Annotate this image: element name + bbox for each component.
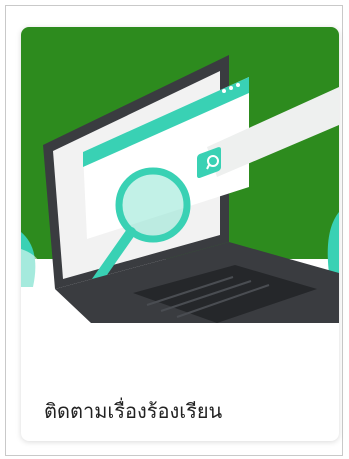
window-dot (236, 83, 240, 87)
laptop-magnifier-search-illustration (21, 27, 339, 323)
card-title: ติดตามเรื่องร้องเรียน (44, 399, 223, 423)
track-complaints-card[interactable]: ติดตามเรื่องร้องเรียน (21, 27, 339, 441)
window-dot (222, 89, 226, 93)
window-dot (229, 86, 233, 90)
